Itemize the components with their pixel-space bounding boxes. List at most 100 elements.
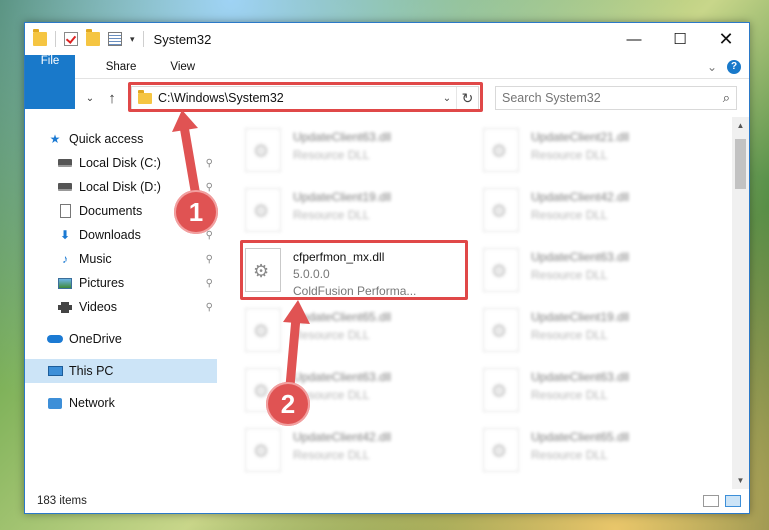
sidebar-item-network[interactable]: Network — [25, 391, 217, 415]
step-badge-1: 1 — [174, 190, 218, 234]
large-icons-view-icon[interactable] — [725, 495, 741, 507]
dll-file-icon: ⚙ — [483, 308, 519, 352]
navigation-pane: ★ Quick access Local Disk (C:) ⚲ Local D… — [25, 117, 217, 489]
address-dropdown-icon[interactable]: ⌄ — [438, 93, 456, 104]
pin-icon[interactable]: ⚲ — [206, 254, 213, 265]
view-options-icon[interactable] — [108, 32, 122, 46]
content-area: ★ Quick access Local Disk (C:) ⚲ Local D… — [25, 117, 749, 489]
dll-file-icon: ⚙ — [245, 128, 281, 172]
sidebar-item-this-pc[interactable]: This PC — [25, 359, 217, 383]
tab-share[interactable]: Share — [90, 55, 153, 78]
tab-view[interactable]: View — [152, 55, 209, 78]
file-name: UpdateClient19.dll — [531, 310, 630, 324]
file-name: cfperfmon_mx.dll — [293, 250, 385, 264]
new-folder-icon[interactable] — [86, 29, 100, 46]
help-icon[interactable]: ? — [727, 59, 741, 74]
refresh-button[interactable]: ↻ — [456, 87, 478, 109]
file-item-cfperfmon[interactable]: ⚙ cfperfmon_mx.dll 5.0.0.0 ColdFusion Pe… — [241, 243, 465, 303]
maximize-button[interactable]: ☐ — [657, 23, 703, 55]
recent-locations-button[interactable]: ⌄ — [83, 87, 97, 109]
divider — [142, 31, 144, 47]
window-title: System32 — [153, 31, 212, 47]
gear-icon: ⚙ — [253, 261, 270, 281]
sidebar-item-onedrive[interactable]: OneDrive — [25, 327, 217, 351]
dll-file-icon: ⚙ — [245, 308, 281, 352]
file-description: Resource DLL — [531, 268, 608, 282]
sidebar-item-label: Quick access — [69, 132, 144, 146]
sidebar-item-videos[interactable]: Videos ⚲ — [25, 295, 217, 319]
sidebar-item-pictures[interactable]: Pictures ⚲ — [25, 271, 217, 295]
search-box[interactable]: ⌕ — [495, 86, 737, 110]
gear-icon: ⚙ — [491, 141, 508, 161]
file-explorer-window: ▾ System32 — ☐ ✕ File Home Share View ⌄ … — [24, 22, 750, 514]
minimize-button[interactable]: — — [611, 23, 657, 55]
address-bar[interactable]: C:\Windows\System32 ⌄ ↻ — [131, 86, 479, 110]
folder-icon — [138, 89, 152, 104]
file-name: UpdateClient63.dll — [531, 250, 630, 264]
file-item[interactable]: ⚙ UpdateClient63.dll Resource DLL — [241, 123, 465, 177]
file-item[interactable]: ⚙ UpdateClient63.dll Resource DLL — [479, 363, 703, 417]
download-icon: ⬇ — [59, 228, 71, 242]
file-name: UpdateClient42.dll — [531, 190, 630, 204]
file-item[interactable]: ⚙ UpdateClient42.dll Resource DLL — [241, 423, 465, 477]
pin-icon[interactable]: ⚲ — [206, 182, 213, 193]
star-icon: ★ — [49, 132, 61, 146]
scroll-down-icon[interactable]: ▼ — [732, 472, 749, 489]
gear-icon: ⚙ — [253, 441, 270, 461]
file-item[interactable]: ⚙ UpdateClient19.dll Resource DLL — [479, 303, 703, 357]
pin-icon[interactable]: ⚲ — [206, 302, 213, 313]
drive-icon — [57, 156, 73, 170]
pin-icon[interactable]: ⚲ — [206, 278, 213, 289]
file-name: UpdateClient65.dll — [293, 310, 392, 324]
file-item[interactable]: ⚙ UpdateClient65.dll Resource DLL — [479, 423, 703, 477]
sidebar-item-local-disk-c[interactable]: Local Disk (C:) ⚲ — [25, 151, 217, 175]
dll-file-icon: ⚙ — [245, 248, 281, 292]
dll-file-icon: ⚙ — [483, 368, 519, 412]
sidebar-item-label: Local Disk (D:) — [79, 180, 161, 194]
vertical-scrollbar[interactable]: ▲ ▼ — [732, 117, 749, 489]
file-item[interactable]: ⚙ UpdateClient42.dll Resource DLL — [479, 183, 703, 237]
music-icon: ♪ — [62, 252, 68, 266]
file-item[interactable]: ⚙ UpdateClient65.dll Resource DLL — [241, 303, 465, 357]
pin-icon[interactable]: ⚲ — [206, 158, 213, 169]
gear-icon: ⚙ — [253, 141, 270, 161]
sidebar-item-quick-access[interactable]: ★ Quick access — [25, 127, 217, 151]
item-count: 183 items — [37, 495, 87, 507]
file-description: ColdFusion Performa... — [293, 284, 417, 298]
properties-check-icon[interactable] — [64, 32, 78, 46]
up-button[interactable]: ↑ — [101, 87, 123, 109]
dll-file-icon: ⚙ — [483, 428, 519, 472]
sidebar-item-music[interactable]: ♪ Music ⚲ — [25, 247, 217, 271]
file-description: Resource DLL — [531, 148, 608, 162]
ribbon-tabs: File Home Share View ⌄ ? — [25, 55, 749, 109]
sidebar-item-label: Pictures — [79, 276, 125, 290]
sidebar-item-label: Documents — [79, 204, 143, 218]
gear-icon: ⚙ — [253, 201, 270, 221]
customize-toolbar-caret-icon[interactable]: ▾ — [130, 34, 135, 45]
tab-file[interactable]: File — [25, 55, 75, 109]
drive-icon — [57, 180, 73, 194]
scroll-up-icon[interactable]: ▲ — [732, 117, 749, 134]
file-description: Resource DLL — [531, 448, 608, 462]
file-item[interactable]: ⚙ UpdateClient19.dll Resource DLL — [241, 183, 465, 237]
file-item[interactable]: ⚙ UpdateClient63.dll Resource DLL — [479, 243, 703, 297]
file-name: UpdateClient63.dll — [293, 370, 392, 384]
network-icon — [47, 396, 63, 410]
file-name: UpdateClient21.dll — [531, 130, 630, 144]
search-input[interactable] — [502, 91, 723, 105]
details-view-icon[interactable] — [703, 495, 719, 507]
scroll-thumb[interactable] — [735, 139, 746, 189]
address-path[interactable]: C:\Windows\System32 — [158, 91, 438, 105]
dll-file-icon: ⚙ — [483, 128, 519, 172]
step-badge-2: 2 — [266, 382, 310, 426]
expand-ribbon-icon[interactable]: ⌄ — [707, 60, 717, 74]
file-description: Resource DLL — [293, 328, 370, 342]
gear-icon: ⚙ — [253, 321, 270, 341]
close-button[interactable]: ✕ — [703, 23, 749, 55]
file-description: Resource DLL — [293, 148, 370, 162]
folder-icon[interactable] — [33, 29, 47, 46]
file-item[interactable]: ⚙ UpdateClient21.dll Resource DLL — [479, 123, 703, 177]
file-name: UpdateClient19.dll — [293, 190, 392, 204]
dll-file-icon: ⚙ — [245, 188, 281, 232]
dll-file-icon: ⚙ — [483, 188, 519, 232]
